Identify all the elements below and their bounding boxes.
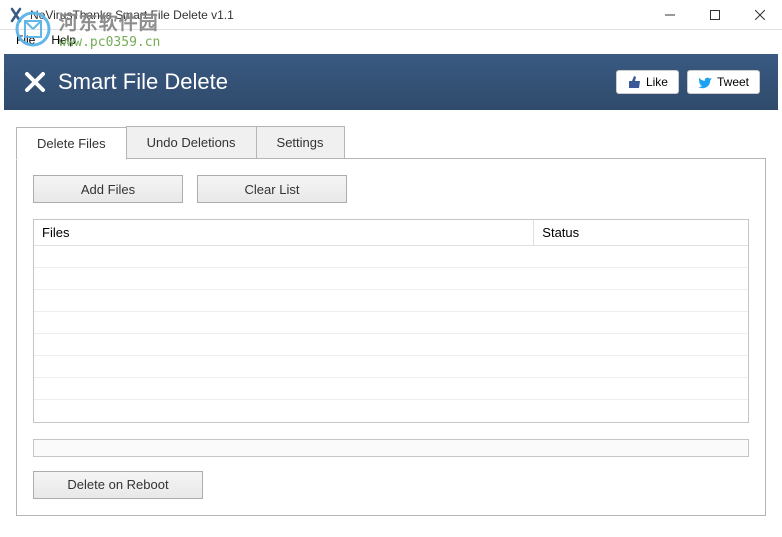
toolbar: Add Files Clear List	[33, 175, 749, 203]
minimize-button[interactable]	[647, 0, 692, 30]
close-button[interactable]	[737, 0, 782, 30]
like-icon	[627, 75, 641, 89]
window-titlebar: NoVirusThanks Smart File Delete v1.1	[0, 0, 782, 30]
clear-list-button[interactable]: Clear List	[197, 175, 347, 203]
app-icon	[8, 7, 24, 23]
file-table-container: Files Status	[33, 219, 749, 423]
progress-bar	[33, 439, 749, 457]
header-title: Smart File Delete	[58, 69, 608, 95]
table-row	[34, 400, 748, 422]
tab-undo-deletions[interactable]: Undo Deletions	[126, 126, 257, 158]
content-area: Delete Files Undo Deletions Settings Add…	[0, 114, 782, 528]
header-x-icon	[22, 69, 48, 95]
menu-file[interactable]: File	[8, 31, 43, 49]
header-banner: Smart File Delete Like Tweet	[4, 54, 778, 110]
table-row	[34, 290, 748, 312]
table-row	[34, 356, 748, 378]
table-row	[34, 334, 748, 356]
window-title: NoVirusThanks Smart File Delete v1.1	[30, 8, 647, 22]
tweet-button[interactable]: Tweet	[687, 70, 760, 94]
tab-settings[interactable]: Settings	[256, 126, 345, 158]
like-button[interactable]: Like	[616, 70, 679, 94]
maximize-button[interactable]	[692, 0, 737, 30]
tab-bar: Delete Files Undo Deletions Settings	[16, 126, 766, 159]
table-row	[34, 378, 748, 400]
twitter-icon	[698, 75, 712, 89]
menu-bar: File Help	[0, 30, 782, 50]
like-label: Like	[646, 75, 668, 89]
table-row	[34, 312, 748, 334]
add-files-button[interactable]: Add Files	[33, 175, 183, 203]
column-header-files[interactable]: Files	[34, 220, 534, 246]
tab-content: Add Files Clear List Files Status	[16, 159, 766, 516]
delete-on-reboot-button[interactable]: Delete on Reboot	[33, 471, 203, 499]
file-table: Files Status	[34, 220, 748, 422]
tweet-label: Tweet	[717, 75, 749, 89]
table-row	[34, 268, 748, 290]
column-header-status[interactable]: Status	[534, 220, 748, 246]
menu-help[interactable]: Help	[43, 31, 84, 49]
table-row	[34, 246, 748, 268]
tab-delete-files[interactable]: Delete Files	[16, 127, 127, 160]
